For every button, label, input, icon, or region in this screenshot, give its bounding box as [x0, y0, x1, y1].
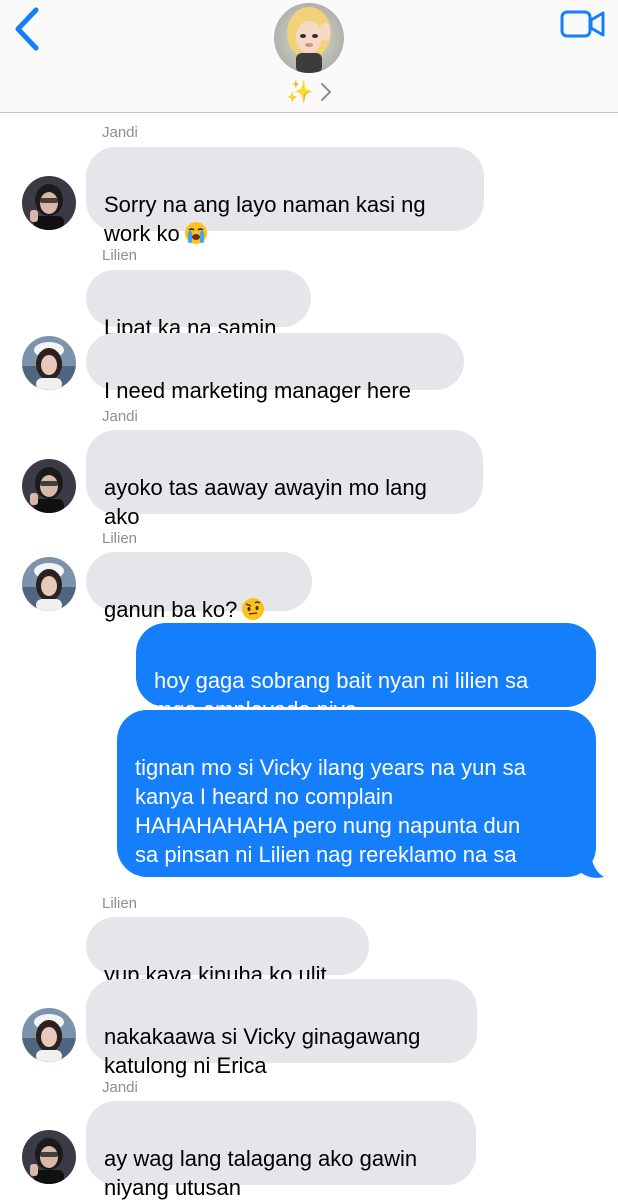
message-bubble[interactable]: ganun ba ko? — [86, 552, 312, 622]
message-text: nakakaawa si Vicky ginagawang katulong n… — [104, 1024, 421, 1078]
avatar-lilien-image — [22, 1008, 76, 1062]
message-bubble[interactable]: yup kaya kinuha ko ulit — [86, 917, 369, 987]
avatar-lilien[interactable] — [22, 1008, 76, 1062]
sender-name: Jandi — [102, 1079, 138, 1096]
avatar-jandi-image — [22, 176, 76, 230]
sender-name: Jandi — [102, 408, 138, 425]
avatar-lilien[interactable] — [22, 336, 76, 390]
sent-message-bubble[interactable]: tignan mo si Vicky ilang years na yun sa… — [117, 710, 596, 896]
message-bubble[interactable]: Sorry na ang layo naman kasi ng work ko — [86, 147, 484, 246]
group-name: ✨ — [286, 79, 314, 104]
group-avatar[interactable] — [274, 3, 344, 73]
sender-name: Lilien — [102, 247, 138, 264]
avatar-lilien-image — [22, 557, 76, 611]
message-text: ayoko tas aaway awayin mo lang ako — [104, 475, 427, 529]
avatar-lilien-image — [22, 336, 76, 390]
message-text: tignan mo si Vicky ilang years na yun sa… — [135, 755, 526, 896]
message-bubble[interactable]: nakakaawa si Vicky ginagawang katulong n… — [86, 979, 477, 1078]
avatar-jandi-image — [22, 1130, 76, 1184]
avatar-jandi-image — [22, 459, 76, 513]
chevron-right-icon — [320, 83, 331, 101]
message-bubble[interactable]: ay wag lang talagang ako gawin niyang ut… — [86, 1101, 476, 1200]
message-bubble[interactable]: I need marketing manager here — [86, 333, 464, 403]
group-name-button[interactable]: ✨ — [0, 78, 618, 106]
message-text: I need marketing manager here — [104, 378, 411, 403]
sender-name: Lilien — [102, 530, 138, 547]
bubble-tail — [580, 850, 604, 878]
avatar-jandi[interactable] — [22, 1130, 76, 1184]
video-call-button[interactable] — [560, 8, 606, 40]
sent-message-bubble[interactable]: hoy gaga sobrang bait nyan ni lilien sa … — [136, 623, 596, 722]
conversation-header: ✨ — [0, 0, 618, 113]
sender-name: Jandi — [102, 124, 138, 141]
avatar-lilien[interactable] — [22, 557, 76, 611]
message-text: ay wag lang talagang ako gawin niyang ut… — [104, 1146, 418, 1200]
message-bubble[interactable]: Lipat ka na samin — [86, 270, 311, 340]
message-bubble[interactable]: ayoko tas aaway awayin mo lang ako — [86, 430, 483, 529]
message-text: ganun ba ko? — [104, 597, 238, 622]
loudly-crying-face-icon — [184, 222, 207, 244]
sender-name: Lilien — [102, 895, 138, 912]
chevron-left-icon — [15, 7, 39, 51]
video-camera-icon — [560, 10, 605, 38]
back-button[interactable] — [10, 6, 44, 52]
avatar-jandi[interactable] — [22, 176, 76, 230]
raised-eyebrow-face-icon — [242, 598, 265, 620]
avatar-jandi[interactable] — [22, 459, 76, 513]
group-avatar-image — [274, 3, 344, 73]
message-text: Sorry na ang layo naman kasi ng work ko — [104, 192, 426, 246]
